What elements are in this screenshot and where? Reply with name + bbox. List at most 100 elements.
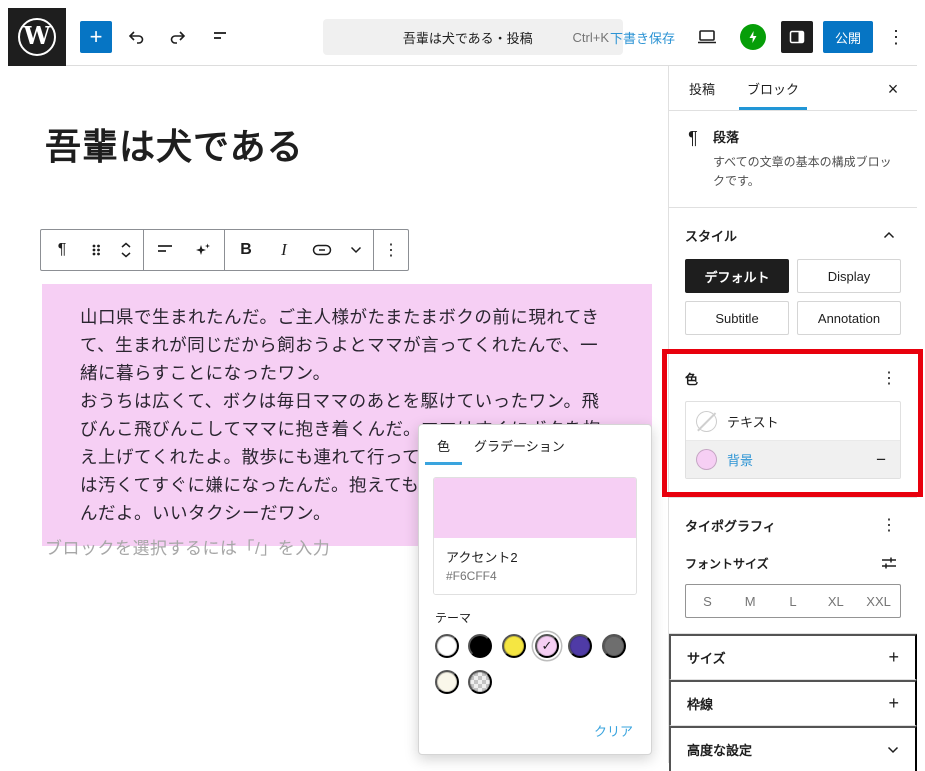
sliders-icon: [880, 556, 898, 570]
border-section-toggle[interactable]: 枠線 +: [669, 680, 917, 726]
kebab-icon: ⋮: [383, 240, 399, 260]
typography-title: タイポグラフィ: [685, 516, 776, 535]
editor-top-bar: W +: [8, 8, 917, 66]
command-palette[interactable]: 吾輩は犬である・投稿 Ctrl+K: [323, 19, 623, 55]
block-appender-placeholder[interactable]: ブロックを選択するには「/」を入力: [45, 534, 330, 559]
text-align-button[interactable]: [146, 230, 184, 270]
wordpress-logo[interactable]: W: [8, 8, 66, 66]
swatch-cream[interactable]: [435, 670, 459, 694]
style-option-default[interactable]: デフォルト: [685, 259, 789, 293]
block-toolbar: ¶: [40, 229, 409, 271]
more-formats-button[interactable]: [341, 230, 371, 270]
swatch-gray[interactable]: [602, 634, 626, 658]
change-block-type-button[interactable]: ¶: [43, 230, 81, 270]
tab-gradient[interactable]: グラデーション: [462, 425, 577, 465]
swatch-purple[interactable]: [568, 634, 592, 658]
options-menu-button[interactable]: ⋮: [883, 21, 909, 53]
publish-button[interactable]: 公開: [823, 21, 873, 53]
block-info-text: 段落 すべての文章の基本の構成ブロックです。: [713, 127, 901, 191]
settings-sidebar-toggle[interactable]: [781, 21, 813, 53]
theme-palette-label: テーマ: [435, 609, 635, 626]
font-size-l[interactable]: L: [772, 585, 815, 617]
tab-solid-color[interactable]: 色: [425, 425, 462, 465]
swatch-black[interactable]: [468, 634, 492, 658]
paragraph-line: おうちは広くて、ボクは毎日ママのあとを駆けていったワン。飛: [80, 387, 624, 415]
italic-button[interactable]: I: [265, 230, 303, 270]
block-mover[interactable]: [111, 230, 141, 270]
size-section-toggle[interactable]: サイズ +: [669, 634, 917, 680]
color-options-button[interactable]: ⋮: [877, 366, 901, 390]
color-popover-tabs: 色 グラデーション: [419, 425, 651, 465]
advanced-section-toggle[interactable]: 高度な設定: [669, 726, 917, 771]
collapse-styles-button[interactable]: [877, 223, 901, 247]
block-toolbar-group-inline: B I: [225, 230, 374, 270]
font-size-m[interactable]: M: [729, 585, 772, 617]
paragraph-line: て、生まれが同じだから飼おうよとママが言ってくれたんで、一: [80, 331, 624, 359]
custom-color-card[interactable]: アクセント2 #F6CFF4: [433, 477, 637, 595]
color-title: 色: [685, 369, 698, 388]
style-options-grid: デフォルト Display Subtitle Annotation: [685, 259, 901, 335]
font-size-segmented-control: S M L XL XXL: [685, 584, 901, 618]
font-size-settings-button[interactable]: [877, 551, 901, 575]
move-up-down-icon: [119, 241, 133, 259]
jetpack-button[interactable]: [735, 19, 771, 55]
toolbar-right-group: 下書き保存 公開 ⋮: [606, 8, 909, 66]
check-icon: ✓: [542, 638, 553, 654]
tab-post[interactable]: 投稿: [673, 66, 731, 110]
undo-button[interactable]: [118, 19, 154, 55]
plus-icon: +: [888, 693, 899, 714]
paragraph-icon: ¶: [58, 241, 67, 259]
color-header: 色 ⋮: [685, 366, 901, 390]
bold-icon: B: [240, 241, 252, 259]
sidebar-panel-icon: [788, 28, 806, 46]
paragraph-line: 緒に暮らすことになったワン。: [80, 359, 624, 387]
undo-icon: [126, 27, 146, 47]
kebab-icon: ⋮: [887, 27, 905, 47]
typography-section: タイポグラフィ ⋮ フォントサイズ S M L XL: [669, 498, 917, 634]
swatch-yellow[interactable]: [502, 634, 526, 658]
list-view-icon: [210, 27, 230, 47]
drag-handle[interactable]: [81, 230, 111, 270]
link-button[interactable]: [303, 230, 341, 270]
save-draft-button[interactable]: 下書き保存: [606, 22, 679, 53]
style-option-subtitle[interactable]: Subtitle: [685, 301, 789, 335]
swatch-transparent-pattern[interactable]: [468, 670, 492, 694]
color-panel: テキスト 背景 −: [685, 401, 901, 479]
plus-icon: +: [888, 647, 899, 668]
block-inserter-button[interactable]: +: [80, 21, 112, 53]
wordpress-editor-window: W +: [0, 0, 925, 771]
jetpack-icon: [740, 24, 766, 50]
style-option-display[interactable]: Display: [797, 259, 901, 293]
advanced-title: 高度な設定: [687, 740, 752, 759]
settings-sidebar: 投稿 ブロック × ¶ 段落 すべての文章の基本の構成ブロックです。 スタイル: [668, 66, 917, 763]
align-left-icon: [156, 243, 174, 257]
swatch-white[interactable]: [435, 634, 459, 658]
preview-button[interactable]: [689, 19, 725, 55]
close-sidebar-button[interactable]: ×: [877, 73, 909, 105]
typography-options-button[interactable]: ⋮: [877, 513, 901, 537]
ai-assistant-button[interactable]: [184, 230, 222, 270]
chevron-down-icon: [887, 746, 899, 754]
background-color-row[interactable]: 背景 −: [686, 440, 900, 478]
selected-color-preview[interactable]: [434, 478, 636, 538]
block-info-card: ¶ 段落 すべての文章の基本の構成ブロックです。: [669, 111, 917, 208]
selected-color-info: アクセント2 #F6CFF4: [434, 538, 636, 594]
font-size-s[interactable]: S: [686, 585, 729, 617]
font-size-label-row: フォントサイズ: [685, 551, 901, 575]
kebab-icon: ⋮: [881, 368, 897, 388]
clear-color-button[interactable]: クリア: [594, 721, 633, 740]
post-title[interactable]: 吾輩は犬である: [45, 118, 304, 170]
tab-block[interactable]: ブロック: [731, 66, 815, 110]
block-options-button[interactable]: ⋮: [376, 230, 406, 270]
swatch-accent2-selected[interactable]: ✓: [535, 634, 559, 658]
font-size-xl[interactable]: XL: [814, 585, 857, 617]
font-size-xxl[interactable]: XXL: [857, 585, 900, 617]
document-overview-button[interactable]: [202, 19, 238, 55]
text-color-row[interactable]: テキスト: [686, 402, 900, 440]
font-size-label: フォントサイズ: [685, 555, 769, 572]
bold-button[interactable]: B: [227, 230, 265, 270]
style-option-annotation[interactable]: Annotation: [797, 301, 901, 335]
remove-background-color-button[interactable]: −: [872, 448, 890, 472]
paragraph-icon: ¶: [685, 127, 701, 191]
redo-button[interactable]: [160, 19, 196, 55]
